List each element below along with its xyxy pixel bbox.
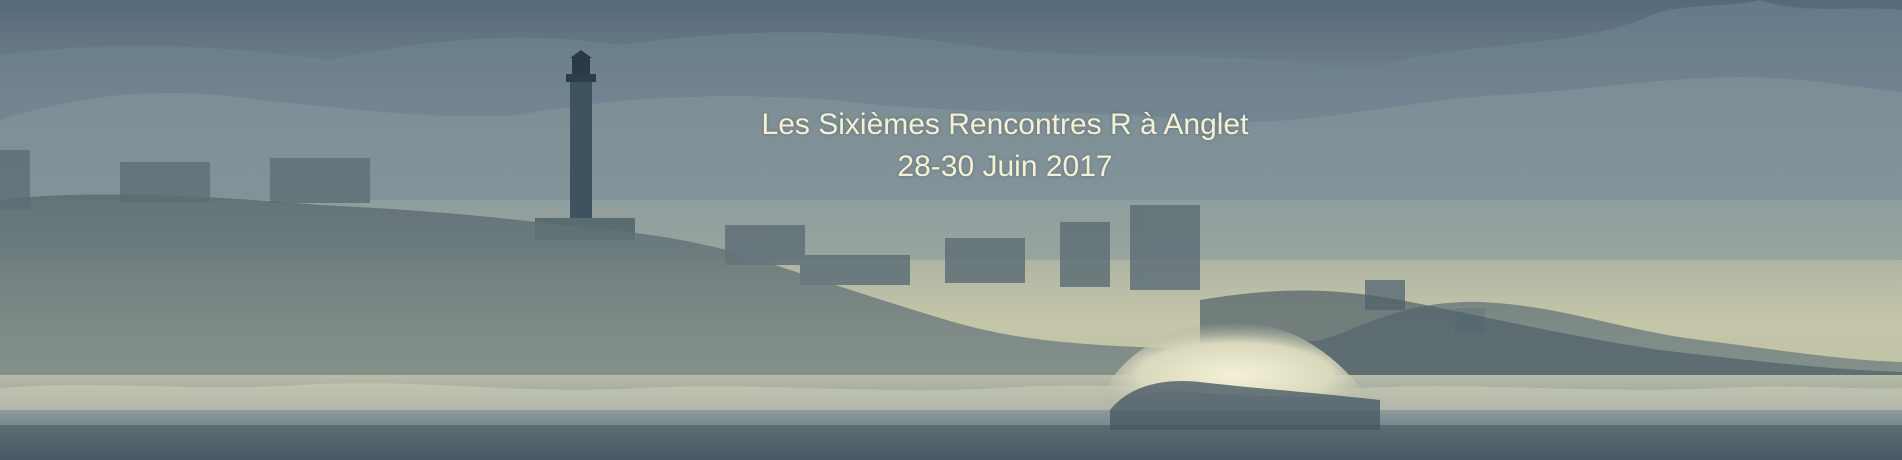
header-banner: Les Sixièmes Rencontres R à Anglet 28-30… bbox=[0, 0, 1902, 460]
event-dates: 28-30 Juin 2017 bbox=[897, 150, 1113, 183]
coastal-lighthouse-photo bbox=[0, 0, 1902, 460]
banner-title: Les Sixièmes Rencontres R à Anglet 28-30… bbox=[0, 104, 1902, 188]
sea-foreground bbox=[0, 425, 1902, 460]
event-title: Les Sixièmes Rencontres R à Anglet bbox=[761, 108, 1249, 141]
